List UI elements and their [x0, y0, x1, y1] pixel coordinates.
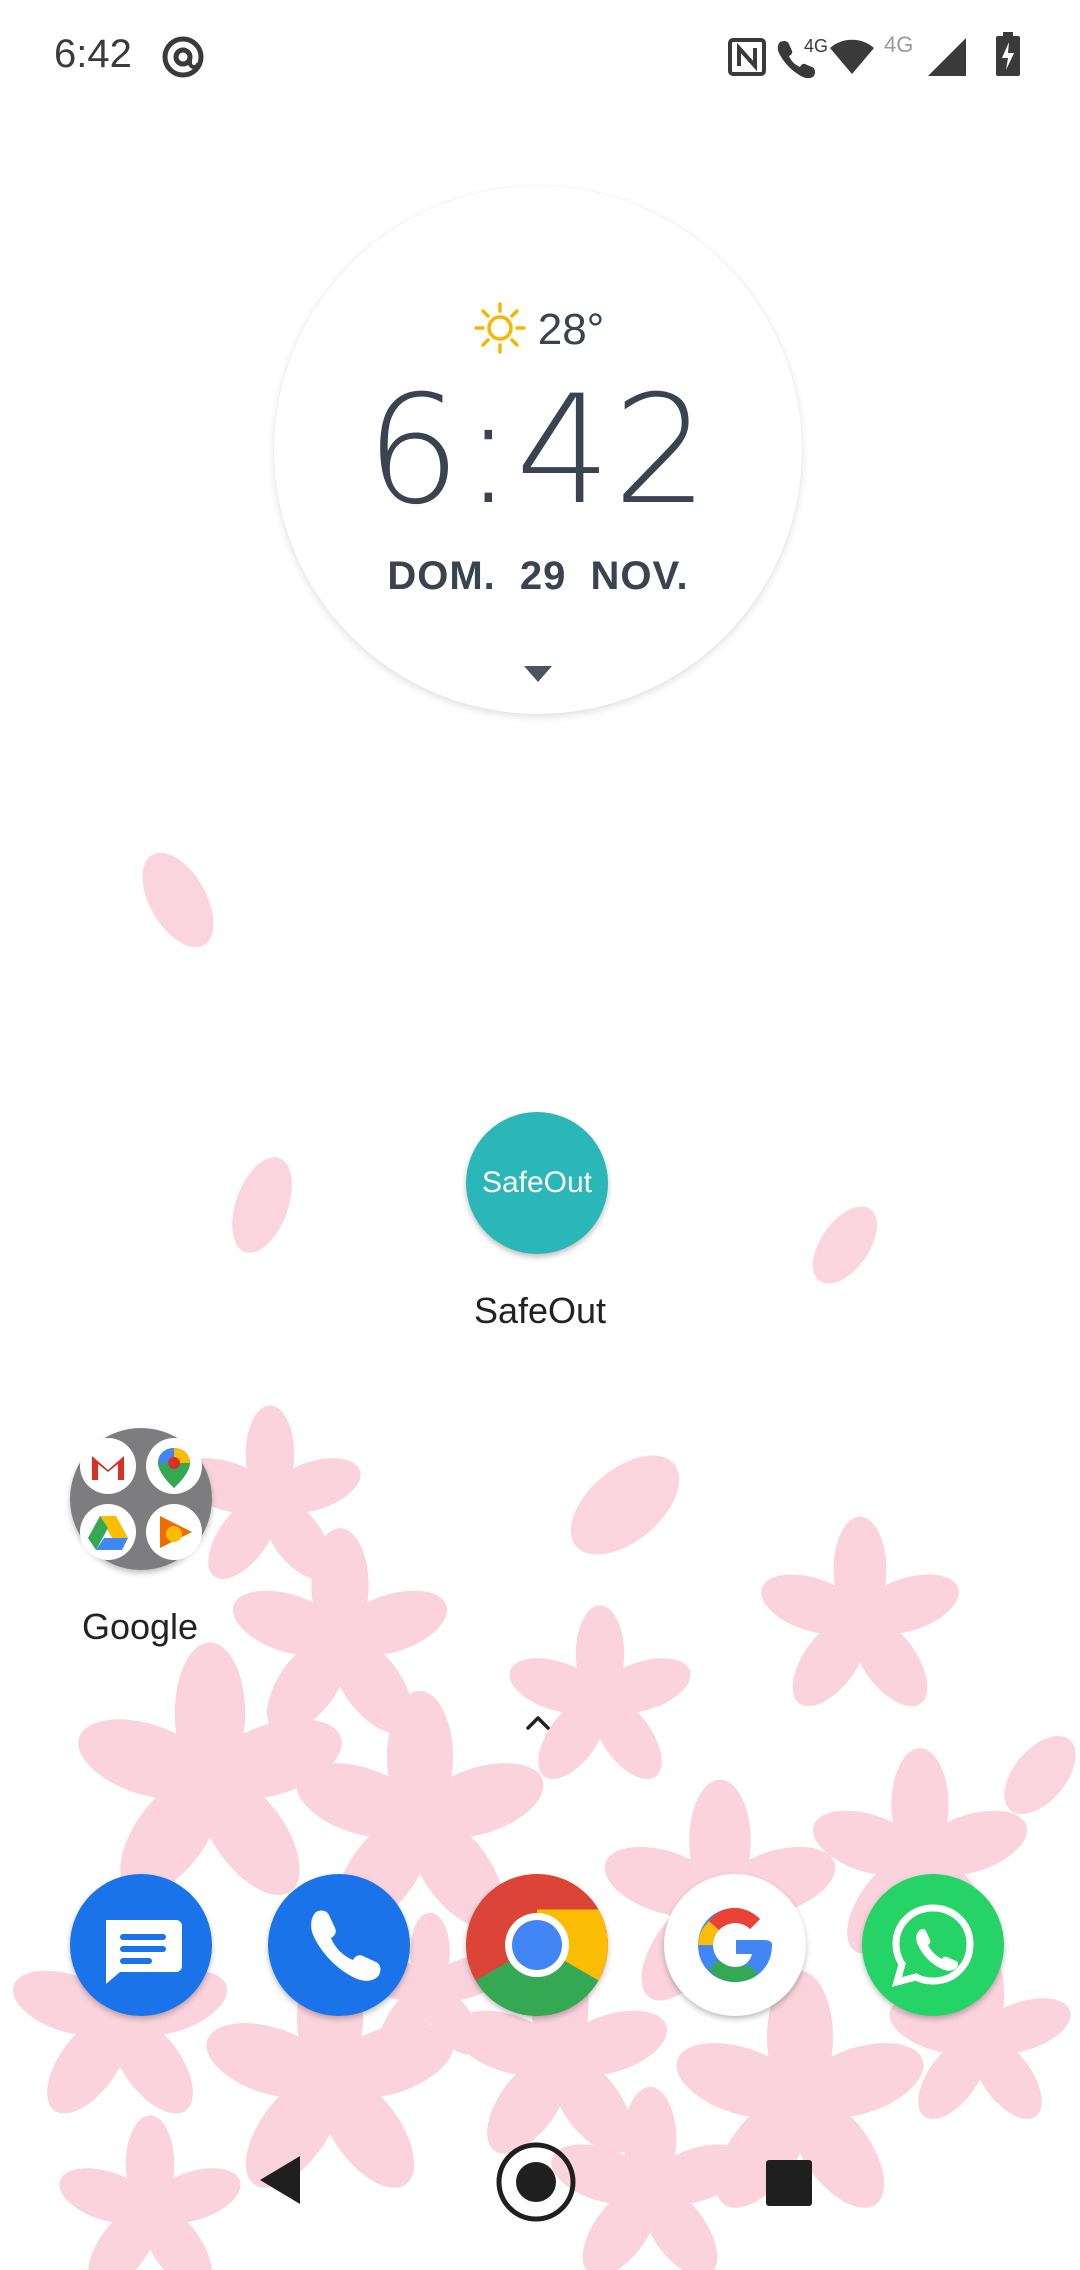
cell-signal-icon: 4G	[880, 32, 972, 83]
network-label: 4G	[884, 32, 913, 57]
chrome-icon[interactable]	[466, 1874, 608, 2016]
google-icon[interactable]	[664, 1874, 806, 2016]
temperature: 28°	[537, 305, 605, 354]
gmail-icon	[80, 1438, 136, 1494]
nfc-icon	[728, 38, 766, 81]
app-drawer-caret-icon[interactable]	[522, 1712, 554, 1737]
navigation-bar	[0, 2130, 1080, 2270]
expand-caret-icon[interactable]	[522, 664, 554, 689]
clock-time: 6:42	[365, 364, 711, 538]
clock-widget[interactable]: 28° 6:42 DOM. 29 NOV.	[274, 186, 802, 714]
status-time: 6:42	[54, 32, 132, 76]
back-button[interactable]	[256, 2152, 304, 2213]
safeout-icon-text: SafeOut	[481, 1166, 593, 1199]
at-sign-icon	[160, 34, 206, 85]
recents-button[interactable]	[766, 2160, 812, 2211]
google-folder-label: Google	[81, 1606, 199, 1647]
messages-icon[interactable]	[70, 1874, 212, 2016]
whatsapp-icon[interactable]	[862, 1874, 1004, 2016]
safeout-app-icon[interactable]: SafeOut	[466, 1112, 608, 1254]
drive-icon	[80, 1504, 136, 1560]
phone-icon[interactable]	[268, 1874, 410, 2016]
network-label: 4G	[804, 36, 828, 56]
clock-date: DOM. 29 NOV.	[387, 554, 689, 598]
google-folder-icon[interactable]	[70, 1428, 212, 1570]
sun-icon	[472, 300, 528, 361]
weather-row[interactable]: 28°	[274, 300, 802, 360]
volte-call-icon: 4G	[774, 34, 836, 83]
home-button[interactable]	[494, 2140, 578, 2229]
safeout-app-label: SafeOut	[473, 1290, 607, 1331]
wifi-icon	[828, 36, 876, 81]
battery-charging-icon	[996, 32, 1020, 81]
status-bar: 6:42 4G 4G	[0, 0, 1080, 110]
